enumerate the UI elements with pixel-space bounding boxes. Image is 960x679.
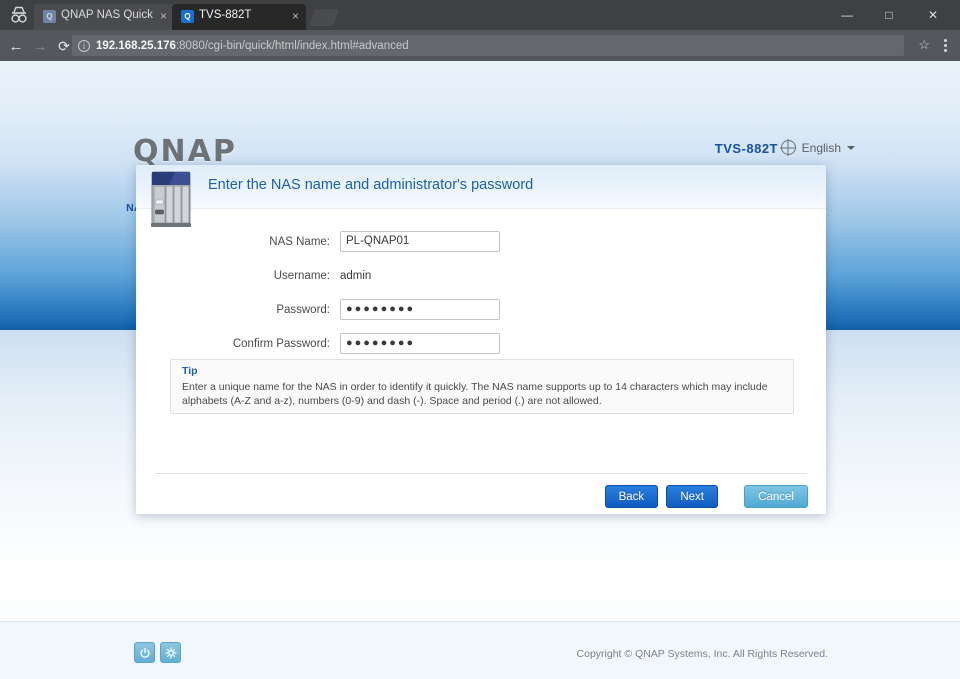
tip-body: Enter a unique name for the NAS in order… xyxy=(182,381,768,407)
gear-icon xyxy=(164,646,177,659)
browser-window: Q QNAP NAS Quick Setup × Q TVS-882T × — … xyxy=(0,0,960,679)
chevron-down-icon xyxy=(847,145,855,150)
panel-header: Enter the NAS name and administrator's p… xyxy=(136,165,826,227)
setup-form: NAS Name: PL-QNAP01 Username: admin Pass… xyxy=(136,209,826,377)
site-info-icon[interactable]: i xyxy=(78,39,90,52)
incognito-icon xyxy=(8,5,30,25)
panel-button-row: Back Next Cancel xyxy=(604,485,808,508)
settings-button[interactable] xyxy=(160,642,181,663)
qnap-favicon-icon: Q xyxy=(181,10,194,23)
page-content: QNAP TVS-882T English NAME / PASSWORD xyxy=(0,61,960,679)
browser-menu-icon[interactable] xyxy=(938,35,952,56)
next-button[interactable]: Next xyxy=(666,485,719,508)
password-row: Password: ●●●●●●●● xyxy=(136,297,826,322)
url-path: :8080/cgi-bin/quick/html/index.html#adva… xyxy=(175,39,409,52)
tab-close-icon[interactable]: × xyxy=(292,9,299,23)
power-button[interactable] xyxy=(134,642,155,663)
setup-panel: Enter the NAS name and administrator's p… xyxy=(136,165,826,514)
globe-icon xyxy=(780,140,796,155)
browser-toolbar: ← → ⟳ i 192.168.25.176:8080/cgi-bin/quic… xyxy=(0,30,960,61)
copyright-text: Copyright © QNAP Systems, Inc. All Right… xyxy=(576,648,828,660)
confirm-password-label: Confirm Password: xyxy=(232,337,330,350)
username-value: admin xyxy=(340,269,372,282)
username-label: Username: xyxy=(273,269,330,282)
browser-tab-1[interactable]: Q QNAP NAS Quick Setup × xyxy=(34,4,174,30)
tab-title: QNAP NAS Quick Setup xyxy=(61,9,153,21)
bookmark-star-icon[interactable]: ☆ xyxy=(918,37,930,53)
url-text: 192.168.25.176:8080/cgi-bin/quick/html/i… xyxy=(96,40,409,52)
back-button[interactable]: Back xyxy=(604,485,659,508)
qnap-logo: QNAP xyxy=(133,134,237,169)
qnap-favicon-icon: Q xyxy=(43,10,56,23)
tab-title: TVS-882T xyxy=(199,9,252,21)
window-minimize-button[interactable]: — xyxy=(826,0,868,30)
tip-title: Tip xyxy=(182,365,198,377)
confirm-password-input[interactable]: ●●●●●●●● xyxy=(340,333,500,354)
panel-title: Enter the NAS name and administrator's p… xyxy=(208,177,534,193)
back-button[interactable]: ← xyxy=(6,36,26,56)
password-label: Password: xyxy=(276,303,330,316)
cancel-button[interactable]: Cancel xyxy=(744,485,808,508)
language-label: English xyxy=(801,140,841,155)
power-icon xyxy=(139,647,150,658)
language-selector[interactable]: English xyxy=(780,140,855,155)
window-maximize-button[interactable]: □ xyxy=(868,0,910,30)
browser-tab-2[interactable]: Q TVS-882T × xyxy=(172,4,306,30)
password-input[interactable]: ●●●●●●●● xyxy=(340,299,500,320)
tab-close-icon[interactable]: × xyxy=(160,9,167,23)
nas-name-input[interactable]: PL-QNAP01 xyxy=(340,231,500,252)
confirm-password-row: Confirm Password: ●●●●●●●● xyxy=(136,331,826,356)
browser-titlebar: Q QNAP NAS Quick Setup × Q TVS-882T × — … xyxy=(0,0,960,30)
new-tab-button[interactable] xyxy=(309,9,339,26)
forward-button[interactable]: → xyxy=(30,36,50,56)
nas-model-label: TVS-882T xyxy=(714,141,778,156)
tip-box: Tip Enter a unique name for the NAS in o… xyxy=(170,359,794,414)
address-bar[interactable]: i 192.168.25.176:8080/cgi-bin/quick/html… xyxy=(72,35,904,56)
nas-name-label: NAS Name: xyxy=(269,235,330,248)
window-close-button[interactable]: ✕ xyxy=(912,0,954,30)
nas-tower-icon xyxy=(149,170,193,228)
panel-divider xyxy=(155,473,807,474)
url-host: 192.168.25.176 xyxy=(96,39,176,52)
reload-button[interactable]: ⟳ xyxy=(54,36,74,56)
nas-name-row: NAS Name: PL-QNAP01 xyxy=(136,229,826,254)
username-row: Username: admin xyxy=(136,263,826,288)
